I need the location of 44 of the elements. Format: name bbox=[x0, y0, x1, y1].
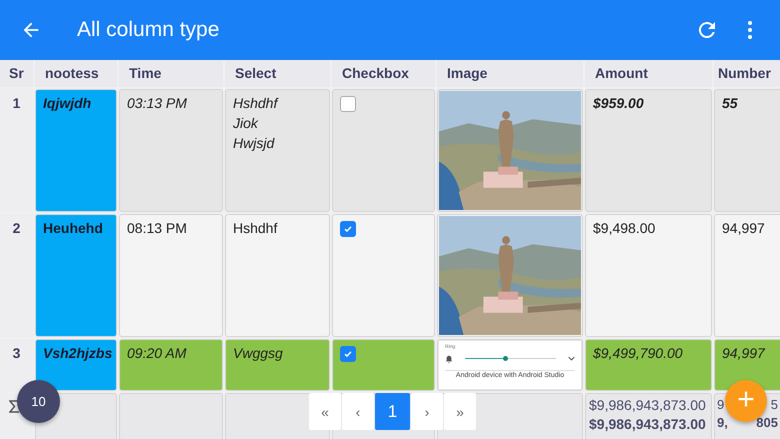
app-bar-title: All column type bbox=[77, 18, 220, 42]
checkmark-icon bbox=[343, 224, 353, 234]
sum-icon bbox=[9, 400, 20, 413]
selected-option: Hshdhf bbox=[233, 220, 322, 236]
table-cell: Heuhehd bbox=[35, 214, 117, 337]
column-header[interactable]: Sr bbox=[0, 60, 33, 87]
chevron-down-icon[interactable] bbox=[568, 356, 575, 361]
table-cell: 09:20 AM bbox=[119, 339, 223, 391]
column-header[interactable]: Time bbox=[119, 60, 223, 87]
table-cell: 03:13 PM bbox=[119, 89, 223, 212]
bell-icon bbox=[445, 354, 453, 362]
table-cell: 08:13 PM bbox=[119, 214, 223, 337]
more-options-icon[interactable] bbox=[747, 20, 753, 40]
table-cell: $9,498.00 bbox=[585, 214, 712, 337]
page-button[interactable]: 1 bbox=[375, 393, 410, 430]
column-header[interactable]: Select bbox=[225, 60, 330, 87]
table-cell: 94,997 bbox=[714, 214, 780, 337]
last-page-button[interactable]: » bbox=[444, 393, 476, 430]
checkbox[interactable] bbox=[340, 96, 356, 112]
column-header[interactable]: Number bbox=[714, 60, 780, 87]
table-cell: $9,499,790.00 bbox=[585, 339, 712, 391]
previous-page-button[interactable]: ‹ bbox=[342, 393, 374, 430]
total-value: $9,986,943,873.00 bbox=[589, 416, 707, 432]
table-cell: $959.00 bbox=[585, 89, 712, 212]
total-value-fragment: 5 bbox=[770, 397, 778, 412]
column-header[interactable]: Checkbox bbox=[332, 60, 435, 87]
checkmark-icon bbox=[343, 349, 353, 359]
selected-option: Vwggsg bbox=[233, 345, 322, 361]
total-value-fragment: 9, bbox=[717, 415, 728, 430]
first-page-button[interactable]: « bbox=[309, 393, 341, 430]
column-header[interactable]: nootess bbox=[35, 60, 117, 87]
column-header[interactable]: Image bbox=[437, 60, 583, 87]
table-cell: Vsh2hjzbs bbox=[35, 339, 117, 391]
column-header[interactable]: Amount bbox=[585, 60, 712, 87]
table-cell: Iqjwjdh bbox=[35, 89, 117, 212]
selected-option: Hshdhf bbox=[233, 95, 322, 111]
checkbox[interactable] bbox=[340, 221, 356, 237]
checkbox[interactable] bbox=[340, 346, 356, 362]
selected-option: Jiok bbox=[233, 115, 322, 131]
next-page-button[interactable]: › bbox=[411, 393, 443, 430]
table-cell: 55 bbox=[714, 89, 780, 212]
total-value-fragment: 9 bbox=[717, 397, 724, 412]
selected-option: Hwjsjd bbox=[233, 135, 322, 151]
total-value: $9,986,943,873.00 bbox=[589, 397, 707, 413]
